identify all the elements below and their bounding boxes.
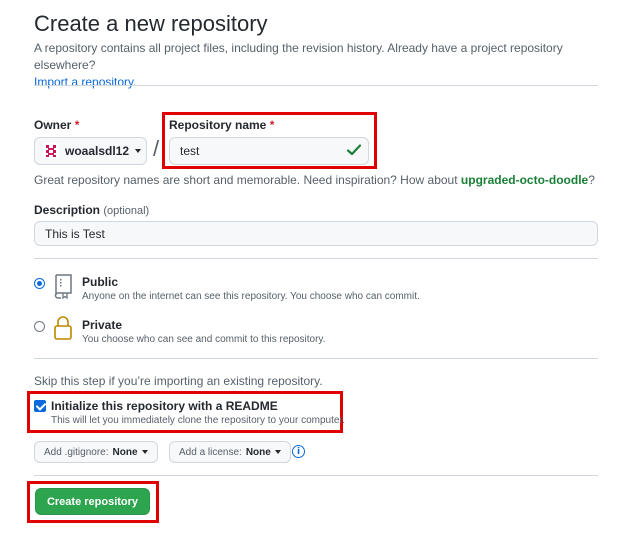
divider xyxy=(34,258,598,259)
create-repository-button[interactable]: Create repository xyxy=(35,488,150,515)
owner-label: Owner * xyxy=(34,118,79,132)
repository-name-input[interactable]: test xyxy=(169,137,369,165)
license-label: Add a license: xyxy=(179,446,242,458)
suggested-name[interactable]: upgraded-octo-doodle xyxy=(461,173,588,187)
repository-name-value: test xyxy=(180,144,200,158)
chevron-down-icon xyxy=(141,450,148,454)
repository-name-label: Repository name * xyxy=(169,118,274,132)
description-value: This is Test xyxy=(45,226,105,241)
public-option-desc: Anyone on the internet can see this repo… xyxy=(82,291,420,302)
chevron-down-icon xyxy=(135,149,142,153)
license-dropdown[interactable]: Add a license: None xyxy=(169,441,291,463)
hint-text: Great repository names are short and mem… xyxy=(34,173,458,187)
owner-dropdown[interactable]: woaalsdl12 xyxy=(34,137,147,165)
description-optional: (optional) xyxy=(103,205,150,217)
skip-step-text: Skip this step if you’re importing an ex… xyxy=(34,374,323,388)
description-label: Description (optional) xyxy=(34,203,149,217)
public-option-title[interactable]: Public xyxy=(82,275,118,289)
readme-checkbox[interactable] xyxy=(34,400,46,412)
subtitle-text: A repository contains all project files,… xyxy=(34,41,563,72)
name-suggestion-hint: Great repository names are short and mem… xyxy=(34,173,595,187)
gitignore-label: Add .gitignore: xyxy=(44,446,109,458)
readme-title[interactable]: Initialize this repository with a README xyxy=(51,399,278,413)
hint-suffix: ? xyxy=(588,173,595,187)
repo-icon xyxy=(54,274,72,299)
owner-value: woaalsdl12 xyxy=(65,144,130,158)
owner-required-mark: * xyxy=(74,118,80,132)
chevron-down-icon xyxy=(274,450,281,454)
repository-name-label-text: Repository name xyxy=(169,118,267,132)
gitignore-value: None xyxy=(112,446,138,458)
page-title: Create a new repository xyxy=(34,11,268,36)
private-option-desc: You choose who can see and commit to thi… xyxy=(82,334,326,345)
avatar xyxy=(43,143,59,159)
private-option-title[interactable]: Private xyxy=(82,318,122,332)
description-input[interactable]: This is Test xyxy=(34,221,598,246)
readme-desc: This will let you immediately clone the … xyxy=(51,415,346,426)
license-value: None xyxy=(245,446,271,458)
check-icon xyxy=(347,144,361,156)
lock-icon xyxy=(54,316,72,340)
repository-name-required-mark: * xyxy=(269,118,275,132)
description-label-text: Description xyxy=(34,203,101,217)
divider xyxy=(34,85,598,86)
import-repository-link[interactable]: Import a repository. xyxy=(34,75,136,89)
gitignore-dropdown[interactable]: Add .gitignore: None xyxy=(34,441,158,463)
page-subtitle: A repository contains all project files,… xyxy=(34,40,624,91)
divider xyxy=(34,475,598,476)
owner-repo-separator: / xyxy=(153,136,160,161)
owner-label-text: Owner xyxy=(34,118,72,132)
divider xyxy=(34,358,598,359)
info-icon[interactable]: i xyxy=(292,445,305,458)
private-radio[interactable] xyxy=(34,321,45,332)
public-radio[interactable] xyxy=(34,278,45,289)
